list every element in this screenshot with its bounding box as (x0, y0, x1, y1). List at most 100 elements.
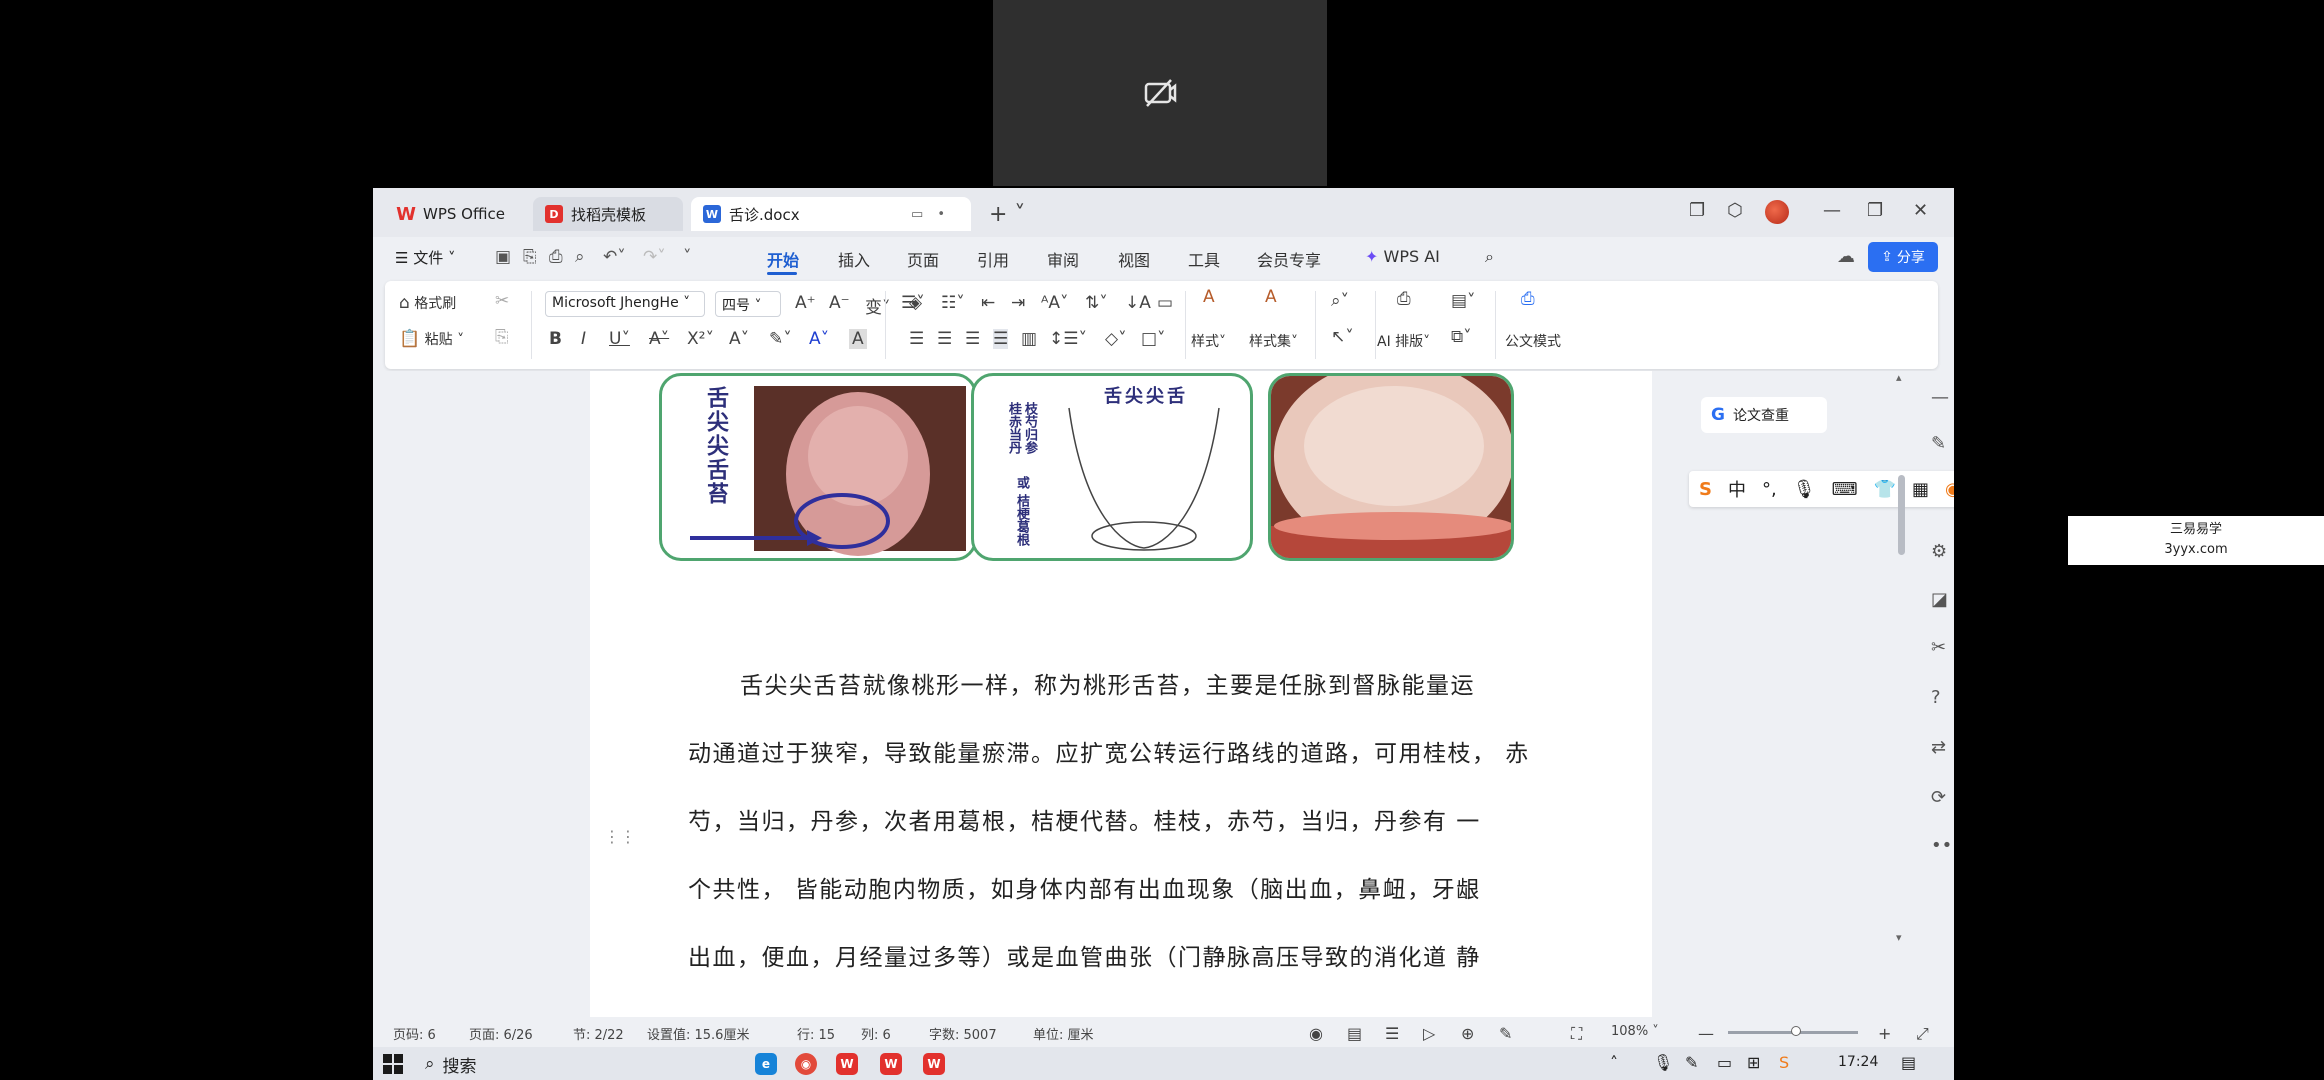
zoom-slider-knob[interactable] (1791, 1026, 1801, 1036)
file-menu[interactable]: ☰ 文件 ˅ (395, 247, 456, 268)
select-icon[interactable]: ↖˅ (1331, 327, 1354, 347)
minimize-button[interactable]: — (1823, 200, 1841, 221)
italic-icon[interactable]: I (581, 329, 586, 349)
sort-icon[interactable]: ⇅˅ (1085, 293, 1108, 313)
menu-wps-ai[interactable]: ✦ WPS AI (1365, 247, 1440, 266)
char-shading-icon[interactable]: A (849, 329, 867, 349)
tray-chevron-icon[interactable]: ˄ (1610, 1053, 1618, 1072)
tab-template[interactable]: D 找稻壳模板 (533, 197, 683, 231)
tools-icon[interactable]: ✂ (1931, 637, 1946, 658)
preview-icon[interactable]: ⌕ (575, 247, 585, 267)
help-icon[interactable]: ? (1931, 687, 1941, 708)
menu-home[interactable]: 开始 (767, 247, 799, 271)
scroll-up-icon[interactable]: ▴ (1896, 371, 1902, 384)
user-avatar[interactable] (1765, 200, 1789, 224)
bullet-list-icon[interactable]: ☰˅ (901, 293, 925, 313)
ai-layout-button[interactable]: AI 排版˅ (1377, 331, 1430, 351)
edge-icon[interactable]: e (755, 1053, 777, 1075)
menu-member[interactable]: 会员专享 (1257, 247, 1321, 271)
thesis-check-button[interactable]: G 论文查重 (1701, 397, 1827, 433)
document-page[interactable]: 舌尖尖舌苔 舌尖尖舌 桂赤当丹 枝芍归参 或 桔梗葛根 ⋮⋮ 舌尖尖舌苔就像桃形… (590, 371, 1652, 1017)
print-icon[interactable]: ⎙ (549, 247, 563, 267)
case-icon[interactable]: ᴬA˅ (1041, 293, 1068, 313)
microphone-icon[interactable]: 🎙 (1793, 479, 1816, 500)
grow-font-icon[interactable]: A⁺ (795, 293, 816, 313)
sort-az-icon[interactable]: ↓A (1125, 293, 1151, 313)
taskbar-clock[interactable]: 17:24 (1838, 1054, 1878, 1070)
ai-layout-icon[interactable]: ⎙ (1397, 289, 1411, 309)
status-unit[interactable]: 单位: 厘米 (1033, 1024, 1094, 1043)
restore-button[interactable]: ❐ (1867, 200, 1883, 221)
official-doc-icon[interactable]: ⎙ (1521, 289, 1535, 309)
tray-sogou-icon[interactable]: S (1779, 1053, 1789, 1072)
outline-view-icon[interactable]: ☰ (1385, 1024, 1399, 1043)
menu-page[interactable]: 页面 (907, 247, 939, 271)
fit-icon[interactable]: ⛶ (1571, 1024, 1582, 1044)
image-edit-icon[interactable]: ◪ (1931, 589, 1948, 610)
status-row[interactable]: 行: 15 (797, 1024, 835, 1043)
shading-icon[interactable]: ◇˅ (1105, 329, 1127, 349)
zoom-level[interactable]: 108% ˅ (1611, 1024, 1659, 1039)
ime-mode-toggle[interactable]: 中 (1728, 476, 1746, 502)
border-icon[interactable]: ▭ (1157, 293, 1173, 313)
zoom-out-icon[interactable]: — (1698, 1024, 1714, 1043)
vertical-scrollbar[interactable]: ▴ ▾ (1895, 371, 1909, 1017)
find-icon[interactable]: ⌕˅ (1331, 291, 1349, 311)
status-section[interactable]: 节: 2/22 (573, 1024, 624, 1043)
distribute-icon[interactable]: ▥ (1021, 329, 1037, 349)
increase-indent-icon[interactable]: ⇥ (1011, 293, 1025, 313)
sogou-logo-icon[interactable]: S (1699, 479, 1712, 500)
tray-mic-icon[interactable]: 🎙 (1653, 1053, 1673, 1072)
play-icon[interactable]: ▷ (1423, 1024, 1435, 1043)
borders-icon[interactable]: □˅ (1141, 329, 1166, 349)
redo-icon[interactable]: ↷˅ (643, 247, 666, 267)
status-page-code[interactable]: 页码: 6 (393, 1024, 436, 1043)
sync-icon[interactable]: ⟳ (1931, 787, 1946, 808)
line-spacing-icon[interactable]: ↕☰˅ (1049, 329, 1087, 349)
tab-wps-office[interactable]: W WPS Office (385, 197, 525, 231)
highlight-icon[interactable]: ✎˅ (769, 329, 792, 349)
arrange-icon[interactable]: ⧉˅ (1451, 327, 1472, 347)
adjust-icon[interactable]: ⚙ (1931, 541, 1947, 562)
menu-tools[interactable]: 工具 (1188, 247, 1220, 271)
format-painter-button[interactable]: ⌂ 格式刷 (399, 293, 456, 313)
document-paragraph[interactable]: 舌尖尖舌苔就像桃形一样，称为桃形舌苔，主要是任脉到督脉能量运 动通道过于狭窄，导… (688, 671, 1528, 1011)
toolbox-icon[interactable]: ▦ (1912, 479, 1929, 500)
strikethrough-icon[interactable]: A˅ (649, 329, 669, 349)
font-color-icon[interactable]: A˅ (809, 329, 829, 349)
scroll-thumb[interactable] (1898, 475, 1905, 555)
status-setting[interactable]: 设置值: 15.6厘米 (647, 1024, 749, 1043)
cloud-sync-icon[interactable]: ☁ (1837, 246, 1855, 267)
save-icon[interactable]: ▣ (495, 247, 511, 267)
tab-document[interactable]: W 舌诊.docx ▭• (691, 197, 971, 231)
tab-monitor-icon[interactable]: ▭• (911, 207, 959, 222)
skin-icon[interactable]: 👕 (1874, 479, 1896, 500)
undo-icon[interactable]: ↶˅ (603, 247, 626, 267)
search-icon[interactable]: ⌕ (1485, 247, 1494, 267)
notification-icon[interactable]: ▤ (1901, 1053, 1916, 1072)
cube-icon[interactable]: ⬡ (1727, 200, 1743, 221)
text-effect-icon[interactable]: A˅ (729, 329, 749, 349)
wps-taskbar-icon-3[interactable]: W (923, 1053, 945, 1075)
text-direction-icon[interactable]: ▤˅ (1451, 291, 1476, 311)
copy-icon[interactable]: ⎘ (495, 327, 509, 347)
styles-icon[interactable]: A (1203, 287, 1215, 307)
layout-icon[interactable]: ❐ (1689, 200, 1705, 221)
menu-review[interactable]: 审阅 (1047, 247, 1079, 271)
tray-network-icon[interactable]: ⊞ (1747, 1053, 1760, 1072)
wps-taskbar-icon-2[interactable]: W (880, 1053, 902, 1075)
edit-icon[interactable]: ✎ (1499, 1024, 1512, 1043)
page-view-icon[interactable]: ▤ (1347, 1024, 1362, 1043)
justify-icon[interactable]: ☰ (993, 329, 1009, 349)
menu-reference[interactable]: 引用 (977, 247, 1009, 271)
numbered-list-icon[interactable]: ☷˅ (941, 293, 965, 313)
status-pages[interactable]: 页面: 6/26 (469, 1024, 533, 1043)
export-icon[interactable]: ⎘ (523, 247, 537, 267)
punctuation-icon[interactable]: °, (1762, 479, 1777, 500)
decrease-indent-icon[interactable]: ⇤ (981, 293, 995, 313)
superscript-icon[interactable]: X²˅ (687, 329, 714, 349)
bold-icon[interactable]: B (549, 329, 562, 349)
menu-view[interactable]: 视图 (1118, 247, 1150, 271)
more-icon[interactable]: ••• (1931, 835, 1954, 856)
style-set-icon[interactable]: A (1265, 287, 1277, 307)
